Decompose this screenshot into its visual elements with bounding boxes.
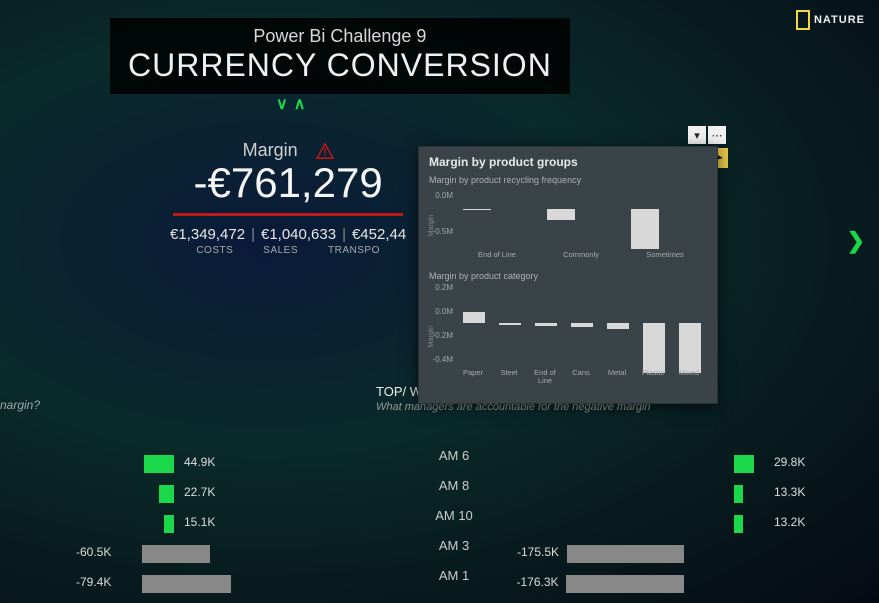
logo-box-icon (796, 10, 810, 30)
right-value: -175.5K (517, 545, 559, 559)
mini-bar (499, 323, 521, 325)
transport-label: TRANSPO (328, 245, 380, 256)
sales-label: SALES (263, 245, 298, 256)
margin-kpi: Margin -€761,279 €1,349,472| €1,040,633|… (170, 140, 406, 256)
x-tick: Steel (491, 369, 527, 386)
left-question-fragment: nargin? (0, 398, 40, 412)
chart1-subtitle: Margin by product recycling frequency (429, 175, 707, 185)
x-tick: Paper (455, 369, 491, 386)
chart1-ytick-0: 0.0M (431, 191, 453, 200)
chart-category: Margin 0.2M 0.0M -0.2M -0.4M PaperSteelE… (455, 283, 707, 383)
costs-value: €1,349,472 (170, 226, 245, 243)
chart1-ytick-1: -0.5M (431, 227, 453, 236)
margin-value: -€761,279 (170, 159, 406, 207)
manager-name: AM 10 (384, 508, 524, 523)
mini-bar (547, 209, 575, 220)
right-value: 13.3K (774, 485, 805, 499)
mini-bar (607, 323, 629, 329)
sales-value: €1,040,633 (261, 226, 336, 243)
x-tick: Mixed (671, 369, 707, 386)
warning-icon (316, 143, 334, 159)
brand-logo: NATURE (796, 10, 865, 30)
margin-label: Margin (243, 140, 298, 161)
subtitle: Power Bi Challenge 9 (128, 26, 552, 47)
top-arrows: ∨ ∧ (276, 94, 305, 114)
left-value: -60.5K (76, 545, 111, 559)
manager-name: AM 1 (384, 568, 524, 583)
mini-bar (631, 209, 659, 249)
mini-bar (571, 323, 593, 327)
tooltip-card: Margin by product groups Margin by produ… (418, 146, 718, 404)
collapse-down-icon[interactable]: ∧ (294, 94, 306, 114)
x-tick: Metal (599, 369, 635, 386)
table-row: 15.1K AM 10 13.2K (74, 500, 839, 530)
tooltip-title: Margin by product groups (429, 155, 707, 169)
mini-bar (643, 323, 665, 373)
chart2-ytick-3: -0.4M (431, 355, 453, 364)
table-row: 22.7K AM 8 13.3K (74, 470, 839, 500)
page-title: CURRENCY CONVERSION (128, 47, 552, 84)
left-value: -79.4K (76, 575, 111, 589)
manager-bars: 44.9K AM 6 29.8K 22.7K AM 8 13.3K 15.1K AM 10 13… (74, 440, 839, 590)
mini-bar (679, 323, 701, 373)
left-neg-bar (142, 575, 231, 593)
mini-bar (463, 312, 485, 323)
right-value: -176.3K (516, 575, 558, 589)
left-value: 44.9K (184, 455, 215, 469)
left-value: 15.1K (184, 515, 215, 529)
x-tick: End of Line (527, 369, 563, 386)
chart2-ytick-0: 0.2M (431, 283, 453, 292)
manager-name: AM 3 (384, 538, 524, 553)
x-tick: Plastic (635, 369, 671, 386)
x-tick: Sometimes (623, 251, 707, 259)
margin-underline (173, 213, 403, 216)
x-tick: End of Line (455, 251, 539, 259)
collapse-up-icon[interactable]: ∨ (276, 94, 288, 114)
more-options-icon[interactable]: ⋯ (708, 126, 726, 144)
title-block: Power Bi Challenge 9 CURRENCY CONVERSION (110, 18, 570, 94)
mini-bar (535, 323, 557, 326)
left-value: 22.7K (184, 485, 215, 499)
chart2-subtitle: Margin by product category (429, 271, 707, 281)
kpi-row: €1,349,472| €1,040,633| €452,44 (170, 226, 406, 243)
logo-text: NATURE (814, 14, 865, 26)
table-row: -79.4K AM 1-176.3K (74, 560, 839, 590)
mini-bar (463, 209, 491, 210)
chart-recycling: Margin 0.0M -0.5M End of LineCommonlySom… (455, 187, 707, 257)
chart2-ytick-2: -0.2M (431, 331, 453, 340)
next-page-arrow-icon[interactable]: ❯ (847, 228, 865, 254)
chart2-ytick-1: 0.0M (431, 307, 453, 316)
visual-toolbar: ▾ ⋯ (688, 126, 726, 144)
right-value: 13.2K (774, 515, 805, 529)
table-row: -60.5K AM 3-175.5K (74, 530, 839, 560)
manager-name: AM 8 (384, 478, 524, 493)
filter-icon[interactable]: ▾ (688, 126, 706, 144)
transport-value: €452,44 (352, 226, 406, 243)
right-value: 29.8K (774, 455, 805, 469)
x-tick: Cans (563, 369, 599, 386)
costs-label: COSTS (196, 245, 233, 256)
right-neg-bar (566, 575, 684, 593)
x-tick: Commonly (539, 251, 623, 259)
manager-name: AM 6 (384, 448, 524, 463)
table-row: 44.9K AM 6 29.8K (74, 440, 839, 470)
